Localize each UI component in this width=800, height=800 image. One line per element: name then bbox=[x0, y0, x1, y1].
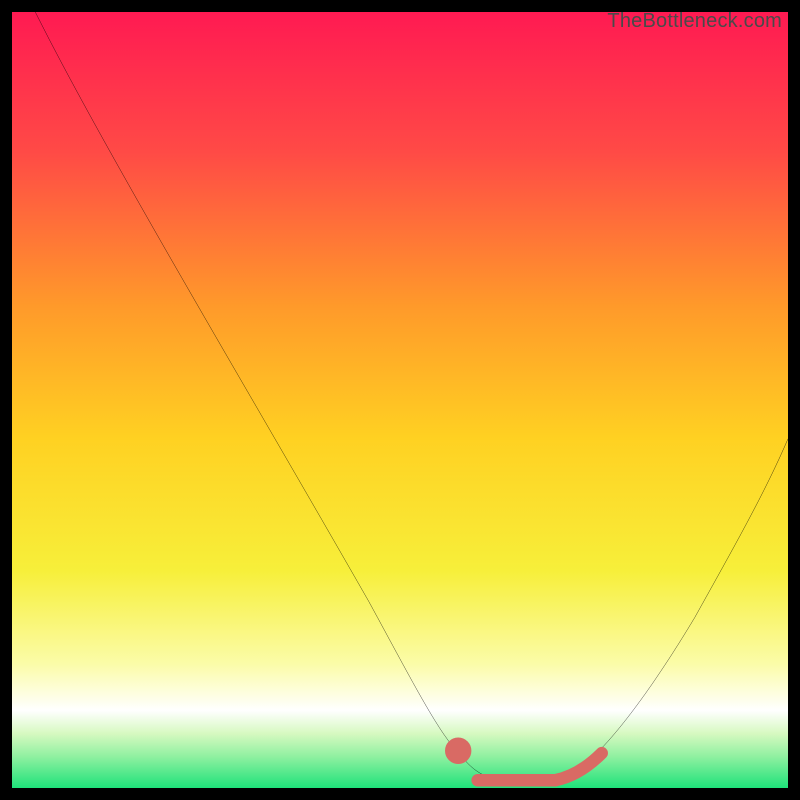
highlight-dot-icon bbox=[451, 744, 465, 758]
watermark-label: TheBottleneck.com bbox=[607, 10, 782, 33]
highlight-rise-icon bbox=[555, 753, 602, 780]
curve-path bbox=[35, 12, 788, 780]
highlight-markers bbox=[451, 744, 602, 780]
bottleneck-curve bbox=[12, 12, 788, 788]
chart-frame: TheBottleneck.com bbox=[12, 12, 788, 788]
